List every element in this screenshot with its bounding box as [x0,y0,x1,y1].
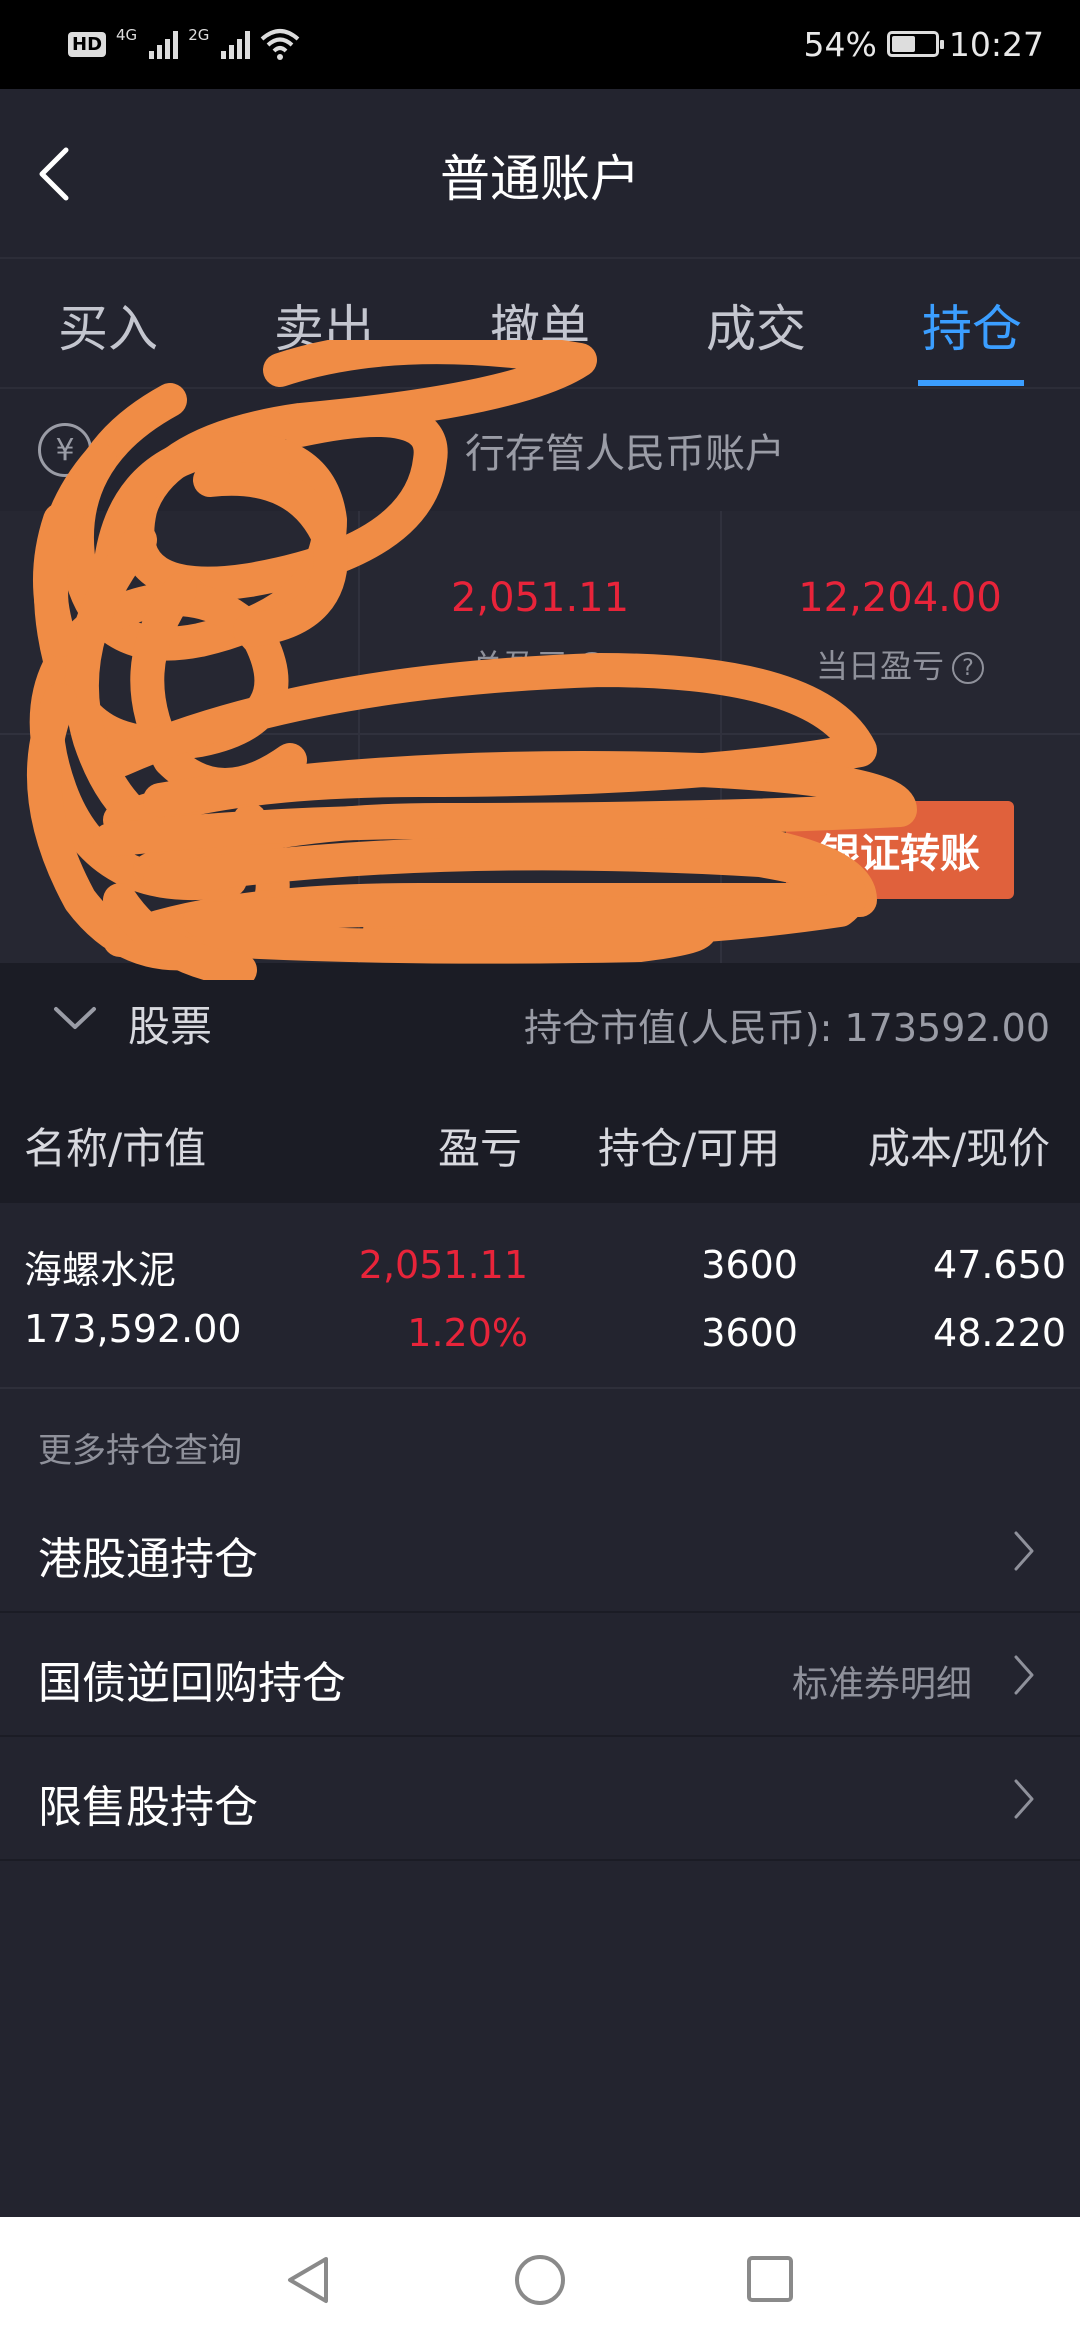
tab-positions[interactable]: 持仓 [864,289,1080,361]
back-triangle-icon[interactable] [284,2255,332,2305]
chevron-right-icon [1014,1655,1034,1695]
day-pl-value: 12,204.00 [798,575,1002,621]
menu-item-label: 国债逆回购持仓 [38,1658,346,1709]
chevron-right-icon [1014,1779,1034,1819]
help-icon[interactable]: ? [576,652,608,684]
chevron-right-icon [1014,1531,1034,1571]
column-header-name: 名称/市值 [24,1124,207,1173]
tab-sell[interactable]: 卖出 [216,289,432,361]
column-header-position: 持仓/可用 [598,1124,781,1173]
divider [0,733,1080,735]
status-icons-right: 54% 10:27 [804,22,1044,66]
account-selector[interactable]: ¥ 行存管人民币账户 [0,389,1080,513]
holdings-market-value: 持仓市值(人民币): 173592.00 [524,997,1050,1052]
tab-buy[interactable]: 买入 [0,289,216,361]
menu-item-label: 限售股持仓 [38,1782,258,1833]
chevron-down-icon[interactable] [52,1003,98,1033]
menu-item-restricted-shares[interactable]: 限售股持仓 [0,1737,1080,1861]
stocks-title: 股票 [128,1002,213,1051]
more-queries-title: 更多持仓查询 [38,1431,242,1471]
yen-icon: ¥ [38,423,92,477]
menu-item-sublabel[interactable]: 标准券明细 [792,1655,972,1707]
day-pl-label[interactable]: 当日盈亏? [720,641,1080,687]
home-circle-icon[interactable] [513,2253,567,2307]
sim2-network-label: 2G [188,26,210,44]
wifi-icon [261,29,300,60]
help-icon[interactable]: ? [952,652,984,684]
total-pl-label[interactable]: 总盈亏? [360,641,720,687]
tab-indicator [918,380,1024,386]
stock-position: 3600 [701,1243,798,1287]
trade-tabs: 买入 卖出 撤单 成交 持仓 [0,259,1080,389]
clock: 10:27 [948,24,1044,64]
stock-market-value: 173,592.00 [24,1307,242,1351]
stock-price: 48.220 [933,1311,1066,1355]
more-queries-header: 更多持仓查询 [0,1389,1080,1491]
sim1-network-label: 4G [116,26,138,44]
holdings-market-value-amount: 173592.00 [844,1006,1051,1050]
battery-icon [886,31,944,57]
menu-item-reverse-repo[interactable]: 国债逆回购持仓 标准券明细 [0,1613,1080,1737]
status-icons-left: HD 4G 2G [68,26,300,62]
stock-cost: 47.650 [933,1243,1066,1287]
account-name: 行存管人民币账户 [465,431,785,477]
day-pl-label-text: 当日盈亏 [815,647,944,685]
stock-name: 海螺水泥 [24,1248,177,1292]
tab-cancel[interactable]: 撤单 [432,289,648,361]
page-title: 普通账户 [440,150,640,208]
total-pl-value: 2,051.11 [450,575,630,621]
menu-item-label: 港股通持仓 [38,1534,258,1585]
hd-icon: HD [68,31,107,57]
recents-square-icon[interactable] [746,2255,794,2303]
table-row[interactable]: 海螺水泥 173,592.00 2,051.11 1.20% 3600 3600… [0,1203,1080,1389]
stock-pl: 2,051.11 [358,1243,528,1287]
system-nav-bar [0,2217,1080,2340]
column-header-cost: 成本/现价 [868,1124,1051,1173]
tab-deals[interactable]: 成交 [648,289,864,361]
holdings-market-value-label: 持仓市值(人民币): [523,1006,833,1050]
total-pl-label-text: 总盈亏 [471,647,568,685]
status-bar: HD 4G 2G 54% 10:27 [0,0,1080,89]
column-header-pl: 盈亏 [438,1124,523,1173]
stock-pl-percent: 1.20% [407,1311,528,1355]
signal-icon [149,29,179,59]
signal-icon [221,29,251,59]
header-bar: 普通账户 [0,89,1080,259]
stock-available: 3600 [701,1311,798,1355]
battery-percent: 54% [803,24,877,64]
table-header: 名称/市值 盈亏 持仓/可用 成本/现价 [0,1083,1080,1203]
bank-transfer-button[interactable]: 银证转账 [786,801,1014,899]
menu-item-hk-connect[interactable]: 港股通持仓 [0,1489,1080,1613]
stocks-section-header[interactable]: 股票 持仓市值(人民币): 173592.00 [0,963,1080,1083]
